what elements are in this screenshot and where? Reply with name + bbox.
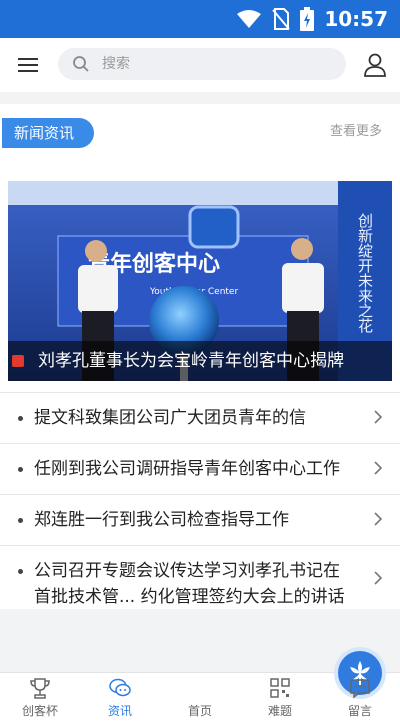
- nav-label: 首页: [187, 704, 212, 718]
- search-icon: [73, 56, 89, 72]
- no-sim-icon: [272, 8, 291, 30]
- chat-icon: [109, 678, 131, 697]
- news-item-title: 公司召开专题会议传达学习刘孝孔书记在首批技术管... 约化管理签约大会上的讲话: [34, 561, 345, 607]
- nav-label: 难题: [267, 704, 292, 718]
- nav-label: 创客杯: [21, 704, 58, 718]
- banner-caption: 刘孝孔董事长为会宝岭青年创客中心揭牌: [8, 341, 392, 381]
- news-item-4[interactable]: 公司召开专题会议传达学习刘孝孔书记在首批技术管... 约化管理签约大会上的讲话: [0, 545, 400, 622]
- status-icons: 10:57: [236, 6, 388, 32]
- chevron-right-icon: [374, 461, 383, 475]
- news-item-title: 郑连胜一行到我公司检查指导工作: [34, 510, 289, 530]
- nav-item-news[interactable]: 资讯: [80, 673, 160, 721]
- nav-label: 资讯: [107, 704, 132, 718]
- bottom-nav: 创客杯 资讯 首页 难题 留言: [0, 651, 400, 721]
- nav-label: 留言: [347, 704, 372, 718]
- news-item-title: 任刚到我公司调研指导青年创客中心工作: [34, 459, 340, 479]
- bullet-icon: [18, 518, 23, 523]
- news-item-title: 提文科致集团公司广大团员青年的信: [34, 408, 306, 428]
- bullet-icon: [18, 569, 23, 574]
- news-item-3[interactable]: 郑连胜一行到我公司检查指导工作: [0, 494, 400, 545]
- nav-item-problems[interactable]: 难题: [240, 673, 320, 721]
- nav-item-trophy[interactable]: 创客杯: [0, 673, 80, 721]
- caption-marker: [12, 355, 24, 367]
- banner-side-text: 创新绽开未来之花: [356, 213, 374, 334]
- status-time: 10:57: [324, 7, 388, 31]
- view-more-link[interactable]: 查看更多: [330, 120, 382, 139]
- user-icon[interactable]: [362, 52, 388, 78]
- section-title: 新闻资讯: [2, 118, 94, 148]
- search-placeholder: 搜索: [102, 56, 130, 72]
- status-bar: 10:57: [0, 0, 400, 38]
- bullet-icon: [18, 416, 23, 421]
- battery-charging-icon: [300, 7, 315, 31]
- news-item-1[interactable]: 提文科致集团公司广大团员青年的信: [0, 392, 400, 443]
- news-item-2[interactable]: 任刚到我公司调研指导青年创客中心工作: [0, 443, 400, 494]
- chevron-right-icon: [374, 571, 383, 585]
- news-banner[interactable]: 青年创客中心 Youth Maker Center 创新绽开未来之花 刘孝孔董事…: [8, 181, 392, 381]
- qrcode-icon: [270, 678, 290, 698]
- banner-caption-text: 刘孝孔董事长为会宝岭青年创客中心揭牌: [38, 351, 344, 371]
- menu-icon[interactable]: [16, 53, 40, 77]
- message-icon: [350, 679, 370, 699]
- nav-item-home[interactable]: 首页: [160, 651, 382, 721]
- chevron-right-icon: [374, 512, 383, 526]
- app-bar: 搜索: [0, 38, 400, 92]
- trophy-icon: [30, 678, 50, 699]
- wifi-icon: [237, 10, 262, 28]
- search-input[interactable]: 搜索: [58, 48, 346, 80]
- chevron-right-icon: [374, 410, 383, 424]
- nav-item-messages[interactable]: 留言: [320, 673, 400, 721]
- news-section: 新闻资讯 查看更多 青年创客中心 Youth Maker Center: [0, 104, 400, 609]
- news-list: 提文科致集团公司广大团员青年的信 任刚到我公司调研指导青年创客中心工作 郑连胜一…: [0, 392, 400, 622]
- bullet-icon: [18, 467, 23, 472]
